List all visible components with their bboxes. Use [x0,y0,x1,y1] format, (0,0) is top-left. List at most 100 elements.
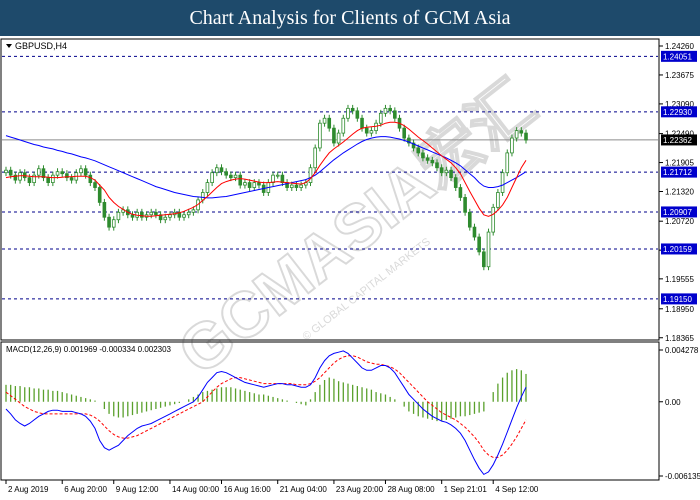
time-tick-label: 23 Aug 20:00 [336,485,384,494]
candle-body [102,201,107,218]
candle-body [486,231,491,268]
candle-body [271,174,275,183]
macd-panel-border [0,341,660,481]
candle-body [393,110,397,119]
candle-body [257,182,261,186]
candle-body [472,226,477,238]
candle-body [97,187,102,203]
time-tick-label: 16 Aug 16:00 [223,485,271,494]
candle-body [505,152,510,174]
candle-body [247,182,252,188]
time-tick-label: 4 Sep 12:00 [495,485,539,494]
candle-body [519,130,524,134]
candle-body [346,107,350,119]
candle-body [219,167,224,173]
candle-body [224,171,228,176]
header-title: Chart Analysis for Clients of GCM Asia [189,7,511,29]
macd-tick-label: 0.004278 [665,346,699,355]
candle-body [88,174,93,183]
candle-body [8,169,13,176]
candle-body [168,214,172,218]
candle-body [332,127,336,144]
candle-body [439,167,444,174]
candle-body [93,182,97,188]
candle-body [308,167,313,183]
candle-body [313,147,317,169]
time-tick-label: 21 Aug 04:00 [280,485,328,494]
candle-body [496,192,500,208]
candle-body [327,117,332,129]
candle-body [383,107,388,114]
time-tick-label: 6 Aug 20:00 [64,485,107,494]
time-tick-label: 2 Aug 2019 [8,485,49,494]
candle-body [60,171,65,175]
candle-body [79,168,83,174]
price-tick-label: 1.18365 [665,334,694,343]
candle-body [510,137,514,154]
candle-body [453,177,458,188]
candle-body [336,132,341,144]
candle-body [430,159,435,164]
macd-tick-label: -0.006135 [665,472,700,481]
candle-body [215,167,219,174]
chart-header: Chart Analysis for Clients of GCM Asia [0,0,700,36]
candle-body [280,174,285,183]
candle-body [111,219,116,228]
candle-body [524,132,528,141]
candle-body [107,216,111,228]
candle-body [83,168,88,176]
price-tick-label: 1.23675 [665,71,694,80]
candle-body [4,169,8,174]
candle-body [378,112,383,124]
candle-body [18,172,22,181]
candle-body [425,157,430,161]
candle-body [341,117,346,134]
candle-body [154,211,158,216]
candle-body [416,147,421,154]
macd-tick-label: 0.00 [665,398,681,407]
candle-body [369,130,374,134]
candle-body [467,211,472,228]
candle-body [444,169,449,174]
candle-body [69,177,74,181]
candle-body [210,172,214,183]
candle-body [163,216,168,221]
candle-body [182,214,186,218]
price-tick-label: 1.18950 [665,305,694,314]
candle-body [449,169,453,179]
candle-body [360,117,364,129]
candle-body [294,184,299,188]
time-tick-label: 1 Sep 21:01 [444,485,488,494]
price-tick-label: 1.24260 [665,42,694,51]
candle-body [322,117,327,124]
candle-body [299,184,303,188]
candle-body [205,182,210,193]
symbol-label: GBPUSD,H4 [15,41,67,51]
candle-body [491,206,496,233]
candle-body [435,162,439,169]
candle-body [51,174,55,183]
candle-body [402,127,407,139]
candle-body [514,130,519,139]
candle-body [421,152,425,159]
candle-body [191,209,196,213]
candle-body [186,211,191,216]
price-tick-label: 1.19555 [665,275,694,284]
candle-body [355,110,360,119]
candle-body [350,107,355,112]
level-tag-label: 1.22930 [663,108,692,117]
level-price-tags: 1.24051 1.22930 1.21712 1.20907 1.20159 1.191… [661,50,697,305]
candle-body [36,168,41,176]
candle-body [116,211,121,221]
candle-body [252,182,257,188]
candle-body [477,236,481,253]
candle-body [200,192,205,201]
candle-body [149,211,154,216]
candle-body [27,177,32,183]
time-x-axis: 2 Aug 2019 6 Aug 20:00 9 Aug 12:00 14 Aug 0… [5,480,539,494]
candle-body [22,172,27,179]
macd-label: MACD(12,26,9) 0.001969 -0.000334 0.00230… [6,345,172,354]
candle-body [458,187,463,198]
candle-body [243,182,247,186]
time-tick-label: 9 Aug 12:00 [116,485,159,494]
